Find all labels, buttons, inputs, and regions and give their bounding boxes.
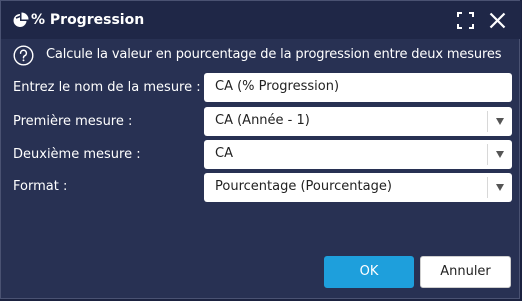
cancel-button[interactable]: Annuler bbox=[420, 256, 511, 288]
format-label: Format : bbox=[13, 179, 68, 194]
second-measure-value: CA bbox=[215, 146, 233, 161]
select-divider bbox=[487, 177, 488, 198]
info-description: Calcule la valeur en pourcentage de la p… bbox=[46, 47, 502, 62]
format-select[interactable]: Pourcentage (Pourcentage) bbox=[204, 173, 512, 202]
second-measure-select[interactable]: CA bbox=[204, 140, 512, 169]
pie-chart-icon bbox=[13, 12, 29, 27]
question-circle-icon bbox=[13, 45, 34, 66]
maximize-icon[interactable] bbox=[457, 12, 474, 29]
dropdown-arrow-icon[interactable] bbox=[496, 151, 504, 158]
format-value: Pourcentage (Pourcentage) bbox=[215, 179, 392, 194]
dialog-titlebar: % Progression bbox=[1, 1, 521, 39]
measure-name-value: CA (% Progression) bbox=[215, 79, 340, 94]
first-measure-value: CA (Année - 1) bbox=[215, 113, 310, 128]
select-divider bbox=[487, 144, 488, 165]
ok-button[interactable]: OK bbox=[324, 256, 414, 288]
first-measure-select[interactable]: CA (Année - 1) bbox=[204, 107, 512, 136]
progression-dialog: % Progression Calcule la valeur en pourc… bbox=[0, 0, 521, 299]
close-icon[interactable] bbox=[489, 12, 506, 29]
first-measure-label: Première mesure : bbox=[13, 114, 133, 129]
second-measure-label: Deuxième mesure : bbox=[13, 147, 141, 162]
measure-name-input[interactable]: CA (% Progression) bbox=[204, 73, 512, 102]
dropdown-arrow-icon[interactable] bbox=[496, 184, 504, 191]
name-label: Entrez le nom de la mesure : bbox=[13, 80, 201, 95]
dialog-title: % Progression bbox=[31, 12, 145, 28]
dropdown-arrow-icon[interactable] bbox=[496, 118, 504, 125]
select-divider bbox=[487, 111, 488, 132]
